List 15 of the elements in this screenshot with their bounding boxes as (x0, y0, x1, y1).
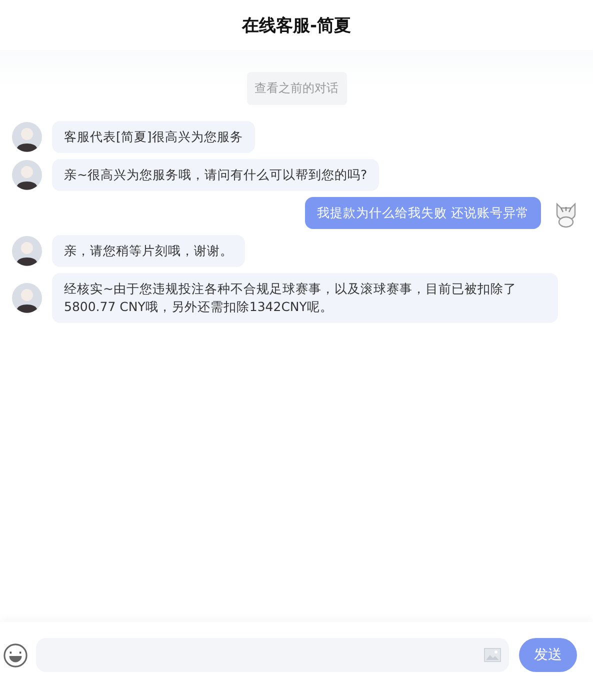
agent-message: 亲~很高兴为您服务哦，请问有什么可以帮到您的吗? (52, 159, 380, 191)
avatar-icon (12, 236, 42, 266)
agent-message: 经核实~由于您违规投注各种不合规足球赛事，以及滚球赛事，目前已被扣除了5800.77 CNY哦，另外还需扣除1342CNY呢。 (52, 273, 558, 323)
avatar-icon (12, 283, 42, 313)
avatar-icon (12, 122, 42, 152)
avatar-icon (12, 160, 42, 190)
smiley-icon[interactable] (3, 642, 28, 668)
agent-message: 客服代表[简夏]很高兴为您服务 (52, 121, 255, 153)
history-link[interactable]: 查看之前的对话 (246, 72, 346, 105)
message-input[interactable] (36, 638, 509, 672)
user-message: 我提款为什么给我失败 还说账号异常 (305, 197, 541, 229)
send-button[interactable]: 发送 (519, 638, 577, 672)
image-icon[interactable] (484, 648, 501, 662)
agent-message: 亲，请您稍等片刻哦，谢谢。 (52, 235, 245, 267)
chat-title: 在线客服-简夏 (242, 14, 352, 36)
